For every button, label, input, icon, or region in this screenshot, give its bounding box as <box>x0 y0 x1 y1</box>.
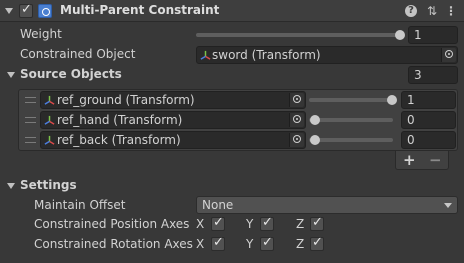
maintain-offset-dropdown[interactable]: None <box>196 196 458 214</box>
sliders-icon[interactable]: ⇅ <box>424 3 440 19</box>
weight-slider-track[interactable] <box>196 33 402 37</box>
inspector-panel: Multi-Parent Constraint ? ⇅ ⋮ Weight 1 C… <box>0 0 464 263</box>
transform-axes-icon <box>44 115 55 125</box>
position-z-checkbox[interactable] <box>310 215 324 231</box>
rotation-axes-label: Constrained Rotation Axes <box>34 237 193 251</box>
component-header[interactable]: Multi-Parent Constraint ? ⇅ ⋮ <box>0 0 464 22</box>
settings-label[interactable]: Settings <box>20 178 77 192</box>
source-weight-slider-track[interactable] <box>309 118 393 122</box>
weight-label: Weight <box>20 27 62 41</box>
add-element-button[interactable]: + <box>403 151 416 169</box>
transform-axes-icon <box>44 95 55 105</box>
object-picker-icon[interactable] <box>289 113 304 127</box>
source-object-field-2[interactable]: ref_back (Transform) <box>40 131 306 149</box>
weight-field[interactable]: 1 <box>408 26 458 44</box>
rotation-y-label: Y <box>246 237 254 251</box>
rotation-z-checkbox[interactable] <box>310 235 324 251</box>
drag-handle-icon[interactable] <box>25 97 36 103</box>
header-foldout-icon[interactable] <box>5 8 13 14</box>
source-object-value: ref_hand (Transform) <box>57 113 183 127</box>
source-objects-foldout-icon[interactable] <box>7 72 15 78</box>
rotation-x-checkbox[interactable] <box>211 235 225 251</box>
weight-slider-thumb[interactable] <box>395 30 405 40</box>
source-weight-slider-thumb[interactable] <box>387 95 397 105</box>
constrained-object-label: Constrained Object <box>20 47 136 61</box>
remove-element-button[interactable]: − <box>429 151 442 169</box>
source-weight-slider-thumb[interactable] <box>310 135 320 145</box>
chevron-down-icon <box>444 203 452 208</box>
position-y-checkbox[interactable] <box>260 215 274 231</box>
source-objects-count-field[interactable]: 3 <box>408 66 458 84</box>
settings-foldout-icon[interactable] <box>7 183 15 189</box>
position-x-label: X <box>196 217 205 231</box>
object-picker-icon[interactable] <box>289 133 304 147</box>
source-object-value: ref_back (Transform) <box>57 133 181 147</box>
source-weight-field[interactable]: 0 <box>401 111 456 129</box>
object-picker-icon[interactable] <box>441 48 456 62</box>
object-picker-icon[interactable] <box>289 93 304 107</box>
source-object-field-1[interactable]: ref_hand (Transform) <box>40 111 306 129</box>
source-object-value: ref_ground (Transform) <box>57 93 195 107</box>
source-weight-field[interactable]: 1 <box>401 91 456 109</box>
position-x-checkbox[interactable] <box>211 215 225 231</box>
position-z-label: Z <box>296 217 305 231</box>
maintain-offset-value: None <box>202 198 234 212</box>
constrained-object-value: sword (Transform) <box>212 48 321 62</box>
source-object-field-0[interactable]: ref_ground (Transform) <box>40 91 306 109</box>
source-objects-list: ref_ground (Transform) 1 ref_hand (Trans… <box>18 89 458 151</box>
transform-axes-icon <box>44 135 55 145</box>
position-y-label: Y <box>246 217 254 231</box>
maintain-offset-label: Maintain Offset <box>34 198 126 212</box>
source-objects-label[interactable]: Source Objects <box>20 67 122 81</box>
drag-handle-icon[interactable] <box>25 137 36 143</box>
kebab-menu-icon[interactable]: ⋮ <box>443 3 459 19</box>
component-enabled-checkbox[interactable] <box>19 2 33 18</box>
rotation-z-label: Z <box>296 237 305 251</box>
constrained-object-field[interactable]: sword (Transform) <box>196 46 458 64</box>
help-icon[interactable]: ? <box>405 5 417 17</box>
source-weight-slider-track[interactable] <box>309 138 393 142</box>
source-weight-slider-thumb[interactable] <box>310 115 320 125</box>
source-weight-field[interactable]: 0 <box>401 131 456 149</box>
component-title: Multi-Parent Constraint <box>60 3 220 17</box>
drag-handle-icon[interactable] <box>25 117 36 123</box>
source-weight-slider-track[interactable] <box>309 98 393 102</box>
position-axes-label: Constrained Position Axes <box>34 217 190 231</box>
list-footer: + − <box>395 151 449 170</box>
rotation-x-label: X <box>196 237 205 251</box>
constraint-component-icon <box>38 4 52 18</box>
rotation-y-checkbox[interactable] <box>260 235 274 251</box>
transform-axes-icon <box>200 50 211 60</box>
